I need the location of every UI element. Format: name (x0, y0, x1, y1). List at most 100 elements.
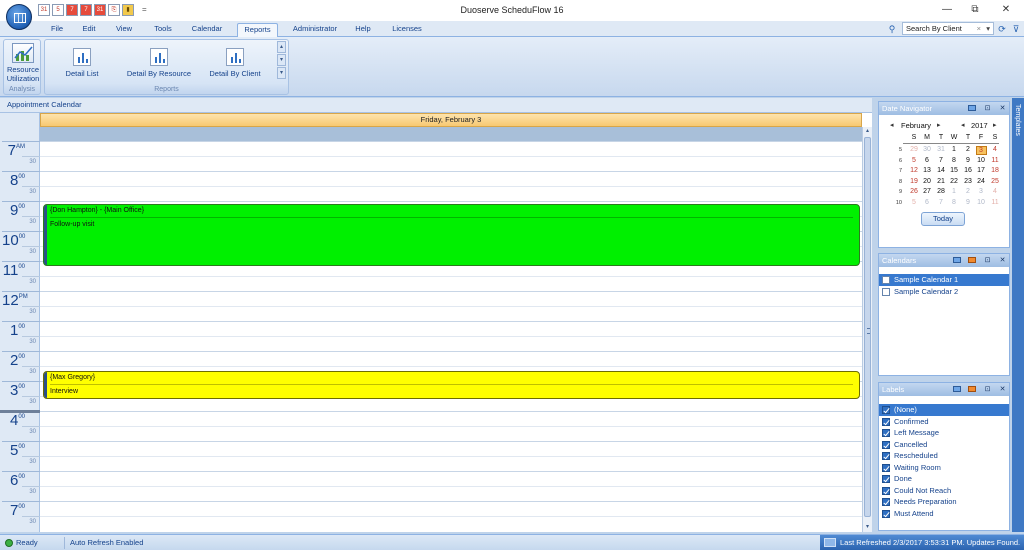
detail-by-client-button[interactable]: Detail By Client (205, 48, 265, 78)
refresh-icon[interactable]: ⟳ (996, 23, 1008, 35)
checkbox[interactable] (882, 475, 890, 483)
calendar-day[interactable]: 18 (990, 167, 1001, 174)
calendar-day[interactable]: 5 (909, 199, 920, 206)
tab-licenses[interactable]: Licenses (390, 23, 424, 37)
calendar-day[interactable]: 11 (990, 199, 1001, 206)
checkbox[interactable] (882, 509, 890, 518)
calendar-day[interactable]: 6 (922, 157, 933, 164)
today-button[interactable]: Today (921, 212, 965, 226)
time-slot[interactable] (40, 501, 862, 516)
label-item[interactable]: Done (879, 473, 1009, 485)
tab-tools[interactable]: Tools (149, 23, 177, 37)
calendar-day[interactable]: 3 (975, 146, 987, 155)
week-number[interactable]: 8 (894, 179, 902, 185)
time-slot[interactable] (40, 516, 862, 531)
tab-administrator[interactable]: Administrator (288, 23, 342, 37)
calendar-day[interactable]: 7 (936, 157, 947, 164)
checkbox[interactable] (882, 429, 890, 437)
time-slot[interactable] (40, 141, 862, 156)
scrollbar-thumb[interactable] (864, 137, 871, 517)
checkbox[interactable] (882, 287, 890, 296)
label-item[interactable]: Could Not Reach (879, 485, 1009, 497)
label-item[interactable]: Confirmed (879, 416, 1009, 428)
week-number[interactable]: 5 (894, 147, 902, 153)
minimize-button[interactable]: — (933, 2, 961, 18)
calendar-day[interactable]: 30 (922, 146, 933, 153)
week-number[interactable]: 9 (894, 189, 902, 195)
label-item[interactable]: Cancelled (879, 439, 1009, 451)
time-slot[interactable] (40, 411, 862, 426)
checkbox[interactable] (882, 486, 890, 495)
calendar-day[interactable]: 11 (990, 157, 1001, 164)
week-number[interactable]: 6 (894, 158, 902, 164)
time-slot[interactable] (40, 441, 862, 456)
calendar-day[interactable]: 20 (922, 178, 933, 185)
pin-icon[interactable]: ⊡ (983, 102, 992, 115)
calendar-item[interactable]: Sample Calendar 2 (879, 286, 1009, 298)
calendar-day[interactable]: 25 (990, 178, 1001, 185)
next-year-icon[interactable]: ▸ (993, 121, 997, 129)
calendar-day[interactable]: 10 (976, 157, 987, 164)
tab-view[interactable]: View (111, 23, 137, 37)
prev-year-icon[interactable]: ◂ (961, 121, 965, 129)
close-icon[interactable]: ✕ (998, 254, 1007, 267)
calendar-day[interactable]: 24 (976, 178, 987, 185)
calendar-day[interactable]: 17 (976, 167, 987, 174)
chevron-down-icon[interactable]: ▾ (986, 23, 990, 34)
label-item[interactable]: Left Message (879, 427, 1009, 439)
year-label[interactable]: 2017 (971, 121, 988, 130)
label-color-icon[interactable] (968, 386, 976, 392)
time-slot[interactable] (40, 186, 862, 201)
tab-calendar[interactable]: Calendar (187, 23, 227, 37)
time-slot[interactable] (40, 306, 862, 321)
label-item[interactable]: Rescheduled (879, 450, 1009, 462)
label-item[interactable]: Must Attend (879, 508, 1009, 520)
tab-reports[interactable]: Reports (237, 23, 278, 37)
calendar-scrollbar[interactable]: ▴ ▾ (862, 127, 872, 532)
calendar-day[interactable]: 29 (909, 146, 920, 153)
calendar-day[interactable]: 7 (936, 199, 947, 206)
checkbox[interactable] (882, 276, 890, 284)
calendar-day[interactable]: 23 (963, 178, 974, 185)
resource-utilization-button[interactable]: Resource Utilization (5, 43, 41, 83)
week-number[interactable]: 10 (894, 200, 902, 206)
checkbox[interactable] (882, 440, 890, 449)
calendar-day[interactable]: 3 (976, 188, 987, 195)
calendar-day[interactable]: 8 (949, 199, 960, 206)
templates-dock-tab[interactable]: Templates (1012, 98, 1024, 532)
time-slot[interactable] (40, 486, 862, 501)
calendar-day[interactable]: 2 (963, 146, 974, 153)
pin-icon[interactable]: ⊡ (983, 383, 992, 396)
detail-list-button[interactable]: Detail List (57, 48, 107, 78)
time-slot[interactable] (40, 156, 862, 171)
label-item[interactable]: Needs Preparation (879, 496, 1009, 508)
calendar-day[interactable]: 22 (949, 178, 960, 185)
calendar-day[interactable]: 4 (990, 188, 1001, 195)
clear-search-icon[interactable]: × (977, 23, 981, 34)
checkbox[interactable] (882, 452, 890, 460)
checkbox[interactable] (882, 498, 890, 506)
calendar-day[interactable]: 4 (990, 146, 1001, 153)
calendar-day[interactable]: 1 (949, 188, 960, 195)
calendar-settings-icon[interactable] (953, 257, 961, 263)
gallery-scroller[interactable]: ▴ ▾ ▾ (277, 41, 286, 81)
calendar-day[interactable]: 9 (963, 199, 974, 206)
filter-icon[interactable]: ⊽ (1010, 23, 1022, 35)
scroll-up-icon[interactable]: ▴ (863, 127, 872, 136)
close-icon[interactable]: ✕ (998, 102, 1007, 115)
next-month-icon[interactable]: ▸ (937, 121, 941, 129)
binoculars-icon[interactable]: ⚲ (886, 23, 898, 35)
calendar-day[interactable]: 8 (949, 157, 960, 164)
week-number[interactable]: 7 (894, 168, 902, 174)
day-header[interactable]: Friday, February 3 (40, 113, 862, 127)
dock-window-icon[interactable] (968, 105, 976, 111)
label-item[interactable]: (None) (879, 404, 1009, 416)
prev-month-icon[interactable]: ◂ (890, 121, 894, 129)
calendar-day[interactable]: 5 (909, 157, 920, 164)
restore-button[interactable]: ⧉ (961, 2, 989, 18)
tab-edit[interactable]: Edit (77, 23, 101, 37)
calendar-item[interactable]: Sample Calendar 1 (879, 274, 1009, 286)
time-slot[interactable] (40, 291, 862, 306)
time-slot[interactable] (40, 471, 862, 486)
chevron-down-icon[interactable]: ▾ (277, 54, 286, 66)
